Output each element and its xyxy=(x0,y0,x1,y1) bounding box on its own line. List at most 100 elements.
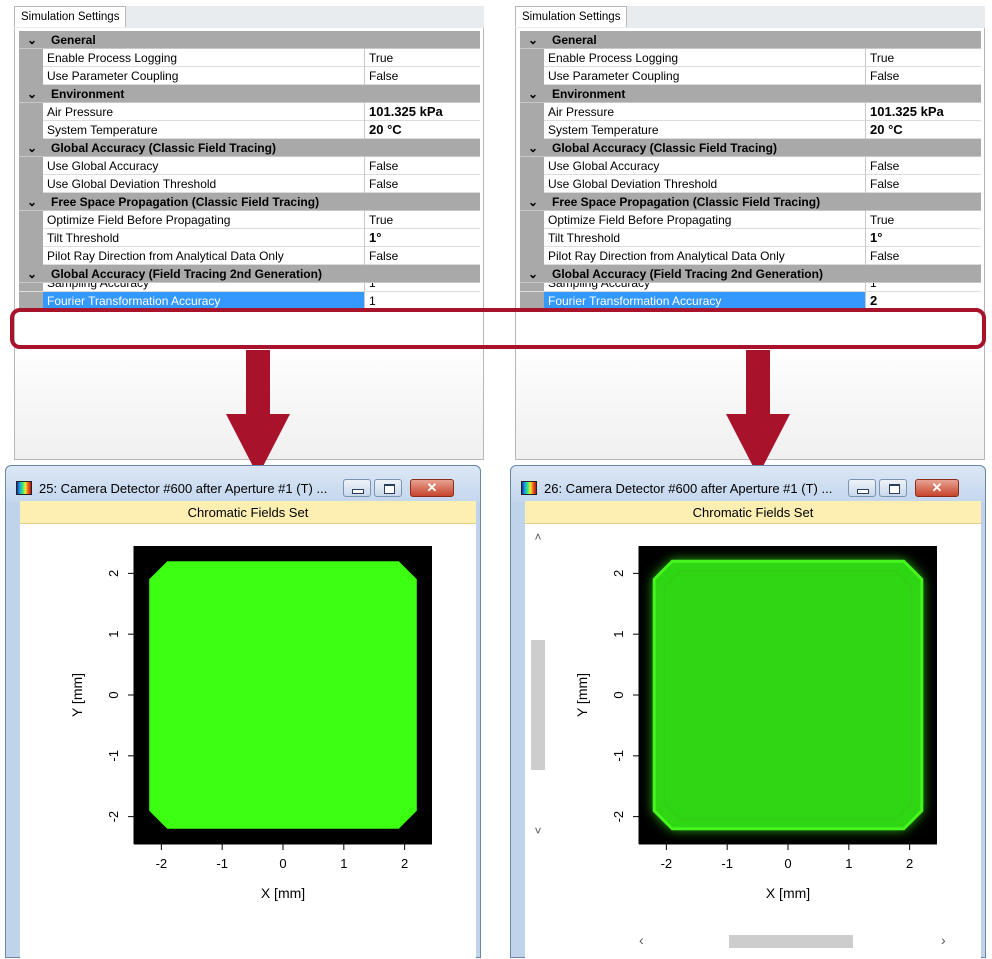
window-titlebar[interactable]: 25: Camera Detector #600 after Aperture … xyxy=(6,466,480,502)
property-row-pilot-ray-direction-from-analytical-data-only[interactable]: Pilot Ray Direction from Analytical Data… xyxy=(19,247,480,265)
chevron-down-icon[interactable]: ⌄ xyxy=(528,139,542,157)
property-value[interactable]: False xyxy=(870,247,899,265)
category-global-accuracy-classic-field-tracing[interactable]: ⌄ Global Accuracy (Classic Field Tracing) xyxy=(520,139,981,157)
property-row-system-temperature[interactable]: System Temperature 20 °C xyxy=(19,121,480,139)
property-row-enable-process-logging[interactable]: Enable Process Logging True xyxy=(19,49,480,67)
property-value[interactable]: 1° xyxy=(369,229,381,247)
property-row-system-temperature[interactable]: System Temperature 20 °C xyxy=(520,121,981,139)
x-tick-label: 1 xyxy=(845,856,852,871)
x-tick-label: -2 xyxy=(156,856,168,871)
property-value[interactable]: 101.325 kPa xyxy=(369,103,443,121)
vertical-scroll-thumb[interactable] xyxy=(531,640,545,770)
property-row-use-parameter-coupling[interactable]: Use Parameter Coupling False xyxy=(520,67,981,85)
row-gutter xyxy=(520,283,544,291)
property-row-air-pressure[interactable]: Air Pressure 101.325 kPa xyxy=(19,103,480,121)
minimize-button[interactable] xyxy=(343,479,371,497)
field-plot[interactable]: -2 -1 0 1 2 2 1 0 -1 -2 X [mm] Y [mm] xyxy=(20,524,476,959)
category-general[interactable]: ⌄ General xyxy=(520,31,981,49)
property-value[interactable]: False xyxy=(369,175,398,193)
scroll-down-icon[interactable]: ˅ xyxy=(531,824,545,838)
property-value[interactable]: 20 °C xyxy=(369,121,402,139)
property-name: Use Global Deviation Threshold xyxy=(548,177,718,191)
property-row-sampling-accuracy[interactable]: Sampling Accuracy 1 xyxy=(19,283,480,292)
property-name: Use Global Deviation Threshold xyxy=(47,177,217,191)
property-value[interactable]: False xyxy=(870,67,899,85)
property-value[interactable]: True xyxy=(870,49,894,67)
scroll-right-icon[interactable]: › xyxy=(941,932,946,948)
close-button[interactable]: ✕ xyxy=(915,479,959,497)
property-value[interactable]: False xyxy=(369,67,398,85)
row-gutter xyxy=(520,67,544,85)
property-name: Use Parameter Coupling xyxy=(548,69,680,83)
property-row-sampling-accuracy[interactable]: Sampling Accuracy 1 xyxy=(520,283,981,292)
row-gutter xyxy=(520,247,544,265)
tab-simulation-settings[interactable]: Simulation Settings xyxy=(14,6,127,27)
property-value[interactable]: 1 xyxy=(870,283,877,291)
property-row-air-pressure[interactable]: Air Pressure 101.325 kPa xyxy=(520,103,981,121)
chevron-down-icon[interactable]: ⌄ xyxy=(27,193,41,211)
property-name: Enable Process Logging xyxy=(47,51,178,65)
property-value[interactable]: False xyxy=(369,247,398,265)
plot-area: -2 -1 0 1 2 2 1 0 -1 -2 X [mm] Y [mm] xyxy=(20,524,476,959)
horizontal-scroll-thumb[interactable] xyxy=(729,935,853,948)
chevron-down-icon[interactable]: ⌄ xyxy=(27,265,41,283)
close-button[interactable]: ✕ xyxy=(410,479,454,497)
row-gutter xyxy=(19,157,43,175)
field-plot[interactable]: -2 -1 0 1 2 2 1 0 -1 -2 X [mm] Y [mm] xyxy=(525,524,981,959)
column-divider xyxy=(364,157,365,175)
property-value[interactable]: 20 °C xyxy=(870,121,903,139)
property-value[interactable]: True xyxy=(870,211,894,229)
property-row-enable-process-logging[interactable]: Enable Process Logging True xyxy=(520,49,981,67)
category-environment[interactable]: ⌄ Environment xyxy=(19,85,480,103)
chevron-down-icon[interactable]: ⌄ xyxy=(528,85,542,103)
category-environment[interactable]: ⌄ Environment xyxy=(520,85,981,103)
property-row-use-global-accuracy[interactable]: Use Global Accuracy False xyxy=(19,157,480,175)
category-general[interactable]: ⌄ General xyxy=(19,31,480,49)
property-name: Optimize Field Before Propagating xyxy=(548,213,732,227)
category-global-accuracy-field-tracing-2nd-generation[interactable]: ⌄ Global Accuracy (Field Tracing 2nd Gene… xyxy=(19,265,480,283)
category-global-accuracy-field-tracing-2nd-generation[interactable]: ⌄ Global Accuracy (Field Tracing 2nd Gene… xyxy=(520,265,981,283)
scroll-left-icon[interactable]: ‹ xyxy=(639,932,644,948)
minimize-button[interactable] xyxy=(848,479,876,497)
category-global-accuracy-classic-field-tracing[interactable]: ⌄ Global Accuracy (Classic Field Tracing) xyxy=(19,139,480,157)
maximize-button[interactable] xyxy=(879,479,907,497)
maximize-button[interactable] xyxy=(374,479,402,497)
property-row-tilt-threshold[interactable]: Tilt Threshold 1° xyxy=(19,229,480,247)
property-row-pilot-ray-direction-from-analytical-data-only[interactable]: Pilot Ray Direction from Analytical Data… xyxy=(520,247,981,265)
property-value[interactable]: True xyxy=(369,211,393,229)
chevron-down-icon[interactable]: ⌄ xyxy=(27,85,41,103)
row-gutter xyxy=(19,175,43,193)
property-value[interactable]: 1° xyxy=(870,229,882,247)
property-row-optimize-field-before-propagating[interactable]: Optimize Field Before Propagating True xyxy=(520,211,981,229)
category-label: Free Space Propagation (Classic Field Tr… xyxy=(552,195,821,209)
scroll-up-icon[interactable]: ˄ xyxy=(531,530,545,544)
property-row-use-global-accuracy[interactable]: Use Global Accuracy False xyxy=(520,157,981,175)
property-name: Air Pressure xyxy=(548,105,615,119)
column-divider xyxy=(865,49,866,67)
property-value[interactable]: 101.325 kPa xyxy=(870,103,944,121)
category-label: Global Accuracy (Field Tracing 2nd Gener… xyxy=(51,267,322,281)
chevron-down-icon[interactable]: ⌄ xyxy=(27,31,41,49)
property-row-use-global-deviation-threshold[interactable]: Use Global Deviation Threshold False xyxy=(19,175,480,193)
horizontal-scrollbar[interactable]: ‹ › xyxy=(529,932,969,948)
property-row-tilt-threshold[interactable]: Tilt Threshold 1° xyxy=(520,229,981,247)
chevron-down-icon[interactable]: ⌄ xyxy=(528,193,542,211)
property-value[interactable]: 1 xyxy=(369,283,376,291)
property-row-use-parameter-coupling[interactable]: Use Parameter Coupling False xyxy=(19,67,480,85)
tab-simulation-settings[interactable]: Simulation Settings xyxy=(515,6,628,27)
property-value[interactable]: False xyxy=(369,157,398,175)
chevron-down-icon[interactable]: ⌄ xyxy=(27,139,41,157)
y-tick-label: 2 xyxy=(611,570,626,577)
chevron-down-icon[interactable]: ⌄ xyxy=(528,31,542,49)
property-row-optimize-field-before-propagating[interactable]: Optimize Field Before Propagating True xyxy=(19,211,480,229)
property-value[interactable]: False xyxy=(870,157,899,175)
category-free-space-propagation-classic-field-tracing[interactable]: ⌄ Free Space Propagation (Classic Field T… xyxy=(520,193,981,211)
vertical-scrollbar[interactable]: ˄ ˅ xyxy=(531,524,545,854)
chevron-down-icon[interactable]: ⌄ xyxy=(528,265,542,283)
plot-area: -2 -1 0 1 2 2 1 0 -1 -2 X [mm] Y [mm] ˄ ˅ ‹ › xyxy=(525,524,981,959)
window-titlebar[interactable]: 26: Camera Detector #600 after Aperture … xyxy=(511,466,985,502)
category-free-space-propagation-classic-field-tracing[interactable]: ⌄ Free Space Propagation (Classic Field T… xyxy=(19,193,480,211)
property-row-use-global-deviation-threshold[interactable]: Use Global Deviation Threshold False xyxy=(520,175,981,193)
property-value[interactable]: False xyxy=(870,175,899,193)
property-value[interactable]: True xyxy=(369,49,393,67)
